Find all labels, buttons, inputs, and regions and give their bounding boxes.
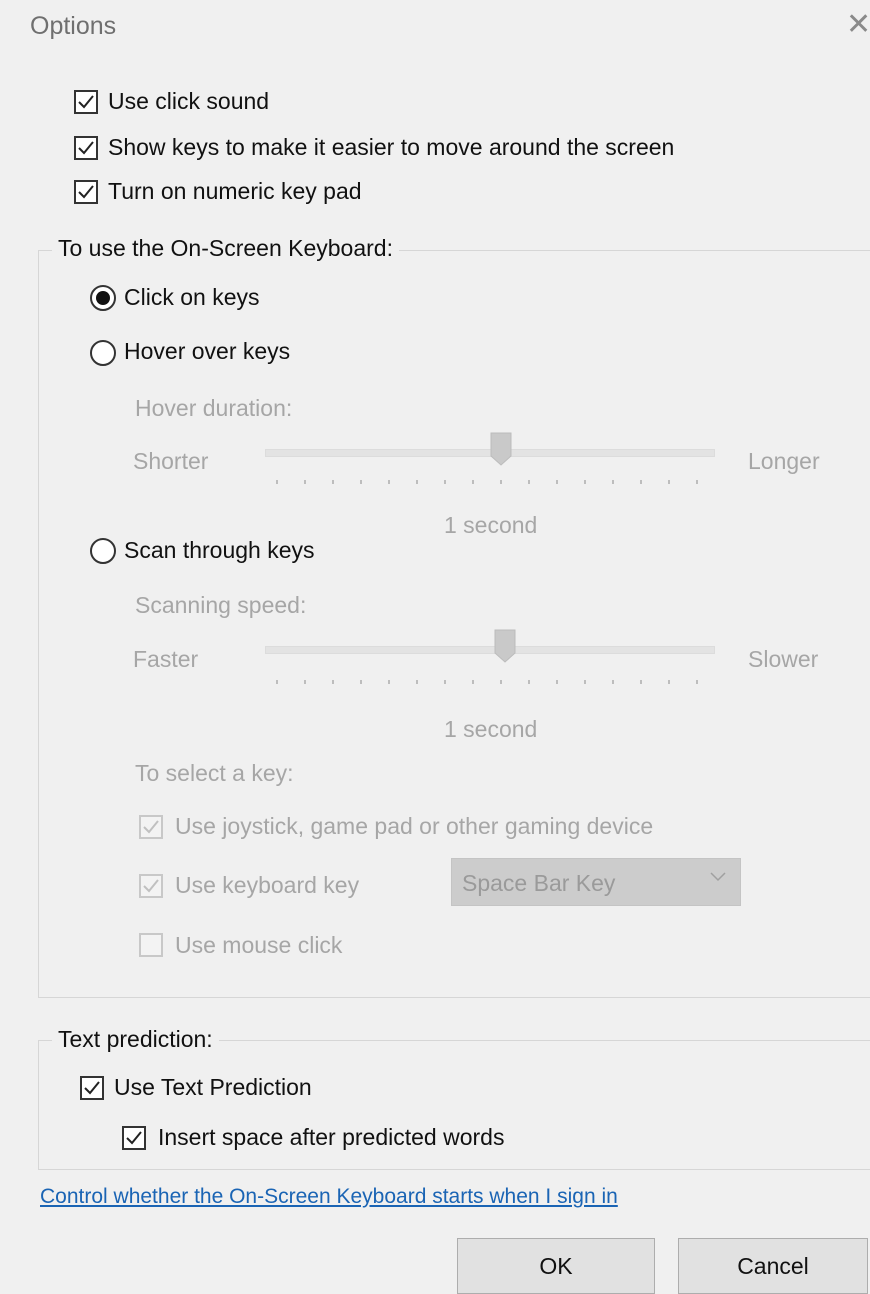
scanning-speed-slider-thumb[interactable] <box>494 629 516 663</box>
click-sound-checkbox[interactable] <box>74 90 98 114</box>
cancel-button[interactable]: Cancel <box>678 1238 868 1294</box>
checkmark-icon <box>126 1131 142 1145</box>
insert-space-label[interactable]: Insert space after predicted words <box>158 1124 504 1151</box>
numeric-keypad-label[interactable]: Turn on numeric key pad <box>108 178 362 205</box>
checkmark-icon <box>78 141 94 155</box>
scan-slower-label: Slower <box>748 646 819 672</box>
checkmark-icon <box>78 95 94 109</box>
startup-settings-link[interactable]: Control whether the On-Screen Keyboard s… <box>40 1185 618 1209</box>
hover-duration-slider-thumb[interactable] <box>490 432 512 466</box>
hover-duration-ticks <box>276 480 700 486</box>
chevron-down-icon <box>710 872 726 882</box>
scan-through-keys-radio[interactable] <box>90 538 116 564</box>
scanning-speed-track[interactable] <box>265 646 715 654</box>
mouse-click-label[interactable]: Use mouse click <box>175 932 342 959</box>
scan-faster-label: Faster <box>133 646 199 672</box>
click-sound-label[interactable]: Use click sound <box>108 88 269 115</box>
keyboard-key-select[interactable]: Space Bar Key <box>451 858 741 906</box>
scanning-speed-label: Scanning speed: <box>135 592 307 618</box>
hover-shorter-label: Shorter <box>133 448 209 474</box>
hover-duration-label: Hover duration: <box>135 395 293 421</box>
checkmark-icon <box>143 820 159 834</box>
ok-button[interactable]: OK <box>457 1238 655 1294</box>
window-title: Options <box>30 12 117 40</box>
close-icon[interactable]: ✕ <box>846 10 870 40</box>
joystick-label[interactable]: Use joystick, game pad or other gaming d… <box>175 813 653 840</box>
checkmark-icon <box>84 1081 100 1095</box>
select-key-label: To select a key: <box>135 760 294 786</box>
show-keys-checkbox[interactable] <box>74 136 98 160</box>
radio-selected-dot <box>96 291 110 305</box>
joystick-checkbox[interactable] <box>139 815 163 839</box>
show-keys-label[interactable]: Show keys to make it easier to move arou… <box>108 134 674 161</box>
hover-longer-label: Longer <box>748 448 820 474</box>
checkmark-icon <box>143 879 159 893</box>
keyboard-mode-legend: To use the On-Screen Keyboard: <box>52 235 399 262</box>
checkmark-icon <box>78 185 94 199</box>
use-text-prediction-checkbox[interactable] <box>80 1076 104 1100</box>
hover-duration-value: 1 second <box>444 512 538 538</box>
numeric-keypad-checkbox[interactable] <box>74 180 98 204</box>
scanning-speed-ticks <box>276 680 700 686</box>
scanning-speed-value: 1 second <box>444 716 538 742</box>
keyboard-key-checkbox[interactable] <box>139 874 163 898</box>
mouse-click-checkbox[interactable] <box>139 933 163 957</box>
text-prediction-legend: Text prediction: <box>52 1026 219 1053</box>
click-on-keys-label[interactable]: Click on keys <box>124 284 259 311</box>
hover-over-keys-label[interactable]: Hover over keys <box>124 338 290 365</box>
insert-space-checkbox[interactable] <box>122 1126 146 1150</box>
keyboard-key-select-value: Space Bar Key <box>462 870 616 896</box>
scan-through-keys-label[interactable]: Scan through keys <box>124 537 315 564</box>
use-text-prediction-label[interactable]: Use Text Prediction <box>114 1074 312 1101</box>
keyboard-key-label[interactable]: Use keyboard key <box>175 872 359 899</box>
click-on-keys-radio[interactable] <box>90 285 116 311</box>
hover-over-keys-radio[interactable] <box>90 340 116 366</box>
